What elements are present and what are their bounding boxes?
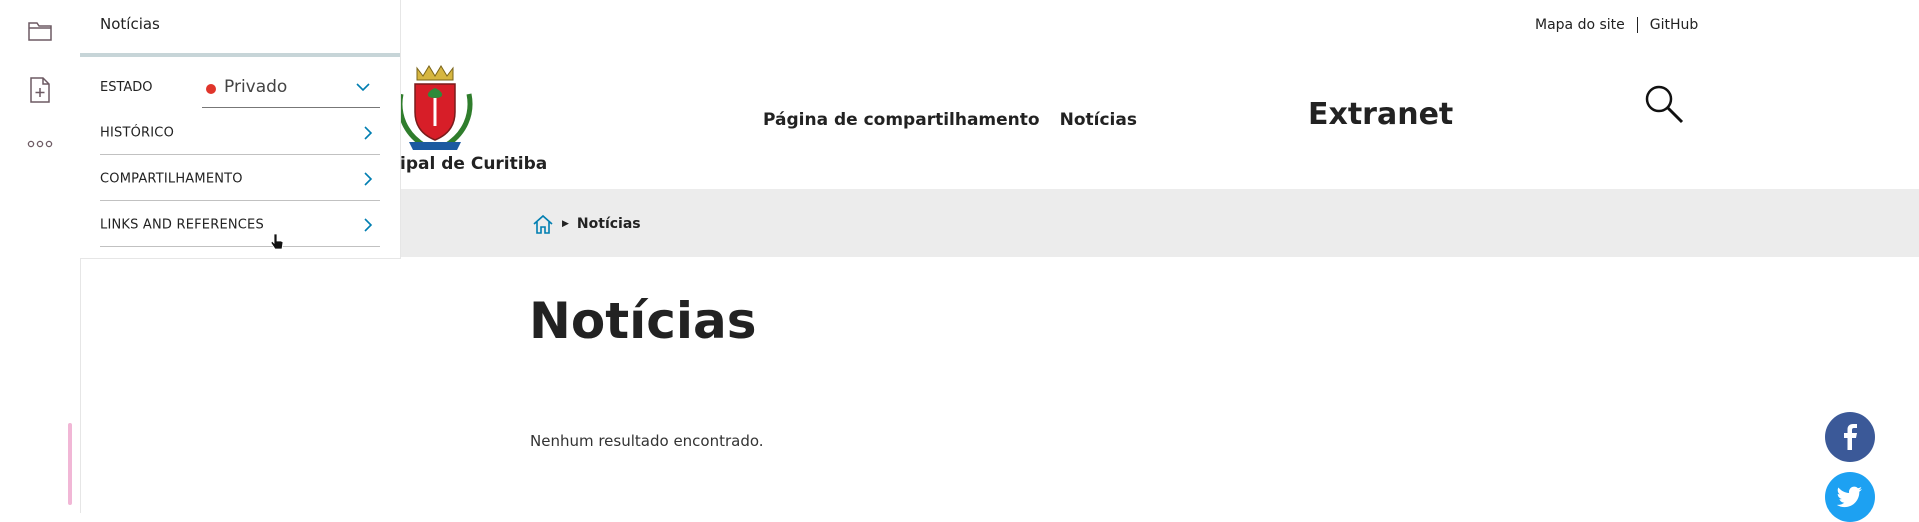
row-label: HISTÓRICO (100, 125, 175, 140)
breadcrumb-separator: ▶ (562, 219, 569, 229)
extranet-title[interactable]: Extranet (1308, 97, 1453, 132)
chevron-right-icon (364, 217, 373, 232)
state-indicator-dot (206, 84, 216, 94)
row-label: COMPARTILHAMENTO (100, 171, 243, 186)
sitemap-link[interactable]: Mapa do site (1535, 17, 1625, 33)
hand-cursor-icon (270, 233, 284, 250)
nav-item-compartilhamento[interactable]: Página de compartilhamento (763, 110, 1040, 130)
contents-button[interactable] (24, 15, 56, 47)
chevron-right-icon (364, 125, 373, 140)
state-label: ESTADO (100, 80, 153, 95)
chevron-down-icon (356, 83, 370, 92)
nav-item-noticias[interactable]: Notícias (1060, 110, 1137, 130)
add-document-icon (30, 77, 50, 103)
breadcrumb: ▶ Notícias (532, 214, 641, 234)
page-title: Notícias (529, 292, 757, 350)
row-links-and-references[interactable]: LINKS AND REFERENCES (100, 203, 380, 247)
toolbar-accent-bar (68, 423, 72, 505)
facebook-share-button[interactable] (1825, 412, 1875, 462)
twitter-share-button[interactable] (1825, 472, 1875, 522)
chevron-right-icon (364, 171, 373, 186)
add-content-button[interactable] (24, 74, 56, 106)
coat-of-arms-logo[interactable] (395, 64, 475, 154)
more-icon (27, 140, 53, 148)
row-label: LINKS AND REFERENCES (100, 217, 264, 232)
top-links-separator (1636, 17, 1638, 33)
main-nav: Página de compartilhamento Notícias (763, 110, 1137, 130)
facebook-icon (1844, 424, 1857, 450)
row-historico[interactable]: HISTÓRICO (100, 111, 380, 155)
more-button[interactable] (24, 128, 56, 160)
left-toolbar (0, 0, 81, 513)
empty-message: Nenhum resultado encontrado. (530, 432, 764, 450)
state-value: Privado (224, 77, 288, 97)
state-select[interactable]: Privado (202, 68, 380, 108)
panel-title: Notícias (100, 15, 160, 33)
home-icon[interactable] (532, 214, 554, 234)
twitter-icon (1837, 486, 1862, 508)
search-icon[interactable] (1643, 83, 1685, 125)
content-panel: Notícias ESTADO Privado HISTÓRICO COMPAR… (80, 0, 401, 259)
breadcrumb-current: Notícias (576, 216, 641, 232)
top-links: Mapa do site GitHub (1535, 17, 1698, 33)
folder-icon (28, 22, 52, 41)
github-link[interactable]: GitHub (1650, 17, 1699, 33)
row-compartilhamento[interactable]: COMPARTILHAMENTO (100, 157, 380, 201)
panel-divider (80, 53, 400, 57)
